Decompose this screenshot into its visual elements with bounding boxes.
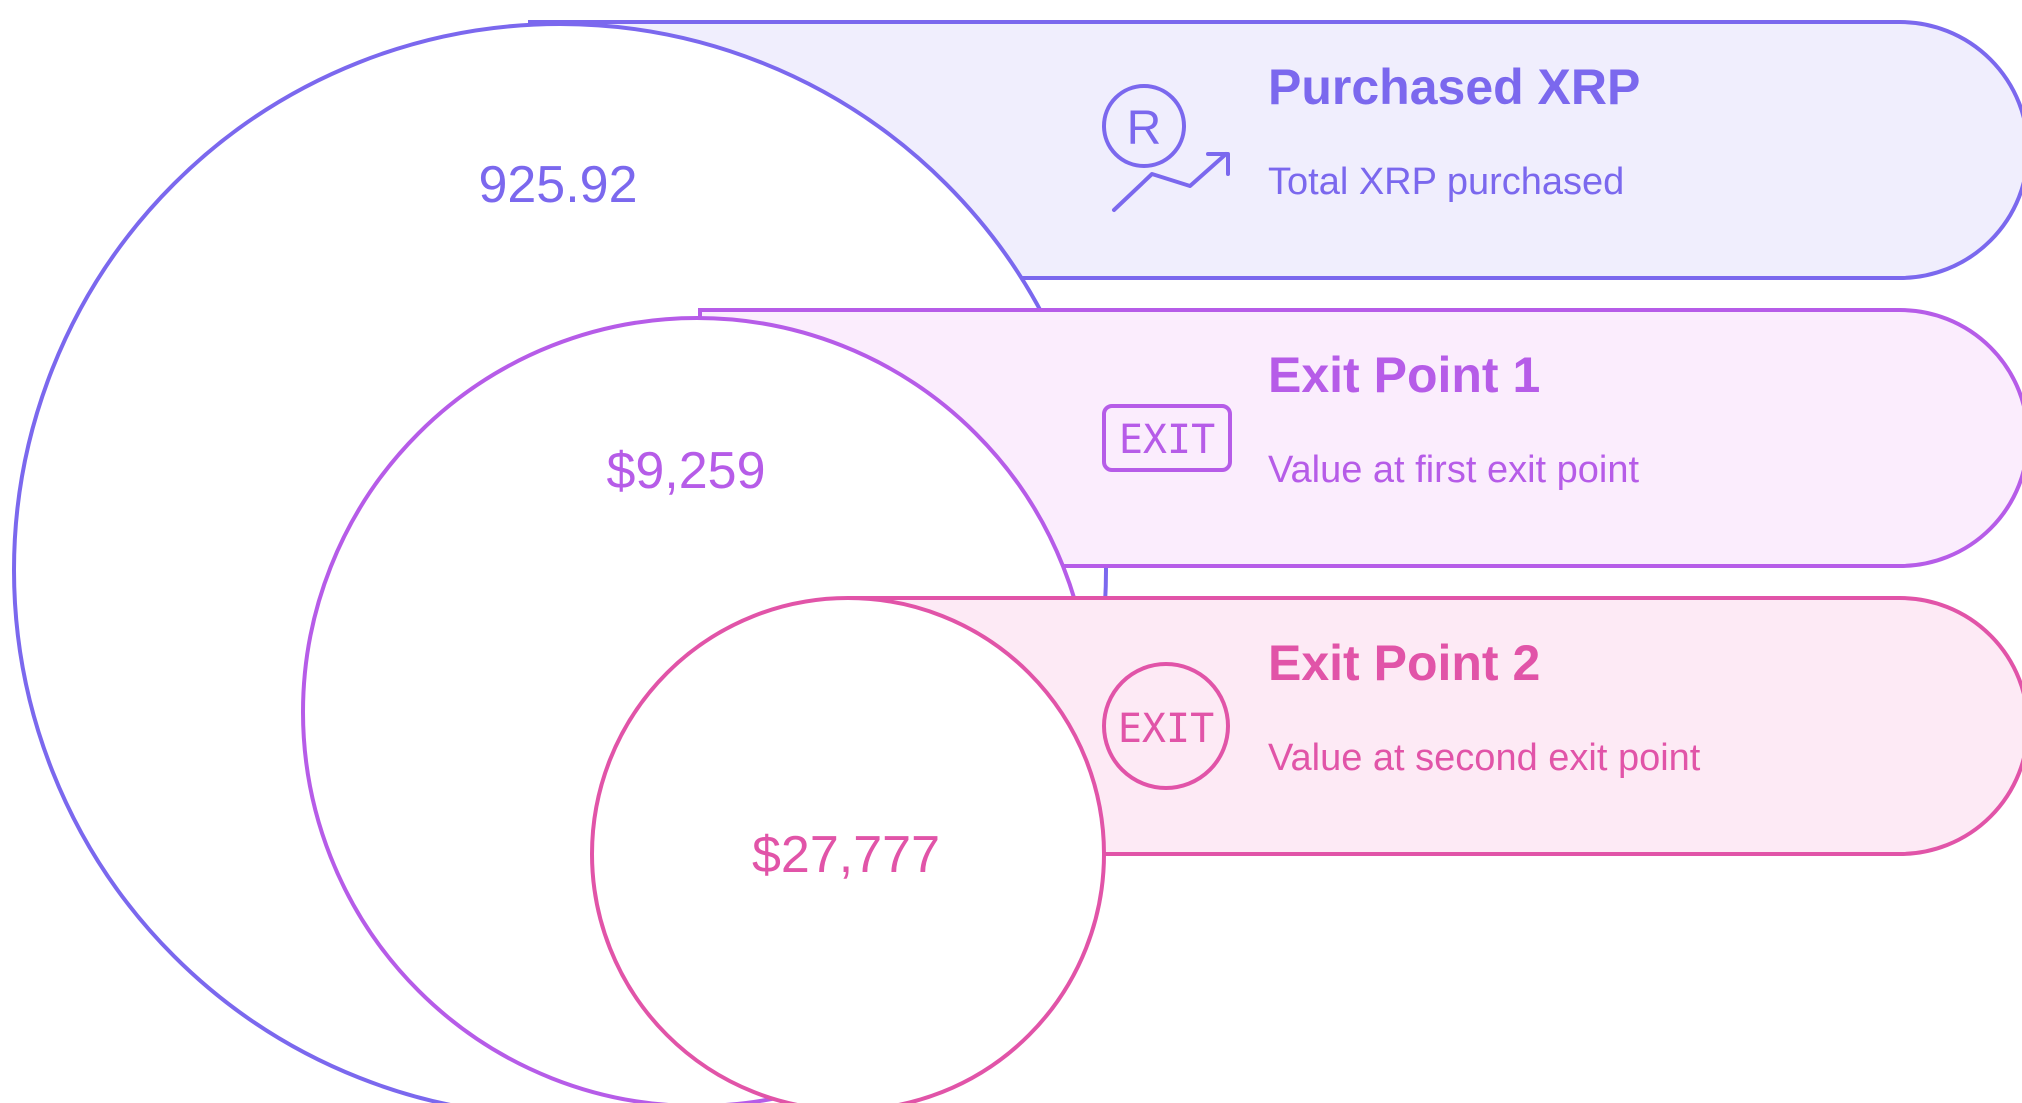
tier-1-description: Total XRP purchased [1268,161,1624,203]
tier-3-description: Value at second exit point [1268,737,1701,779]
exit-circle-text: EXIT [1118,706,1214,752]
nested-circles-diagram: 925.92 $9,259 $27,777 R EXIT EXIT Purcha… [12,20,2022,1103]
tier-1-title: Purchased XRP [1268,59,1640,115]
tier-3-value: $27,777 [752,826,940,884]
tier-2-description: Value at first exit point [1268,449,1639,491]
xrp-coin-letter: R [1127,102,1162,155]
tier-3-title: Exit Point 2 [1268,635,1540,691]
tier-2-value: $9,259 [606,442,765,500]
tier-1-value: 925.92 [478,156,637,214]
exit-sign-text: EXIT [1119,417,1215,463]
tier-2-title: Exit Point 1 [1268,347,1540,403]
